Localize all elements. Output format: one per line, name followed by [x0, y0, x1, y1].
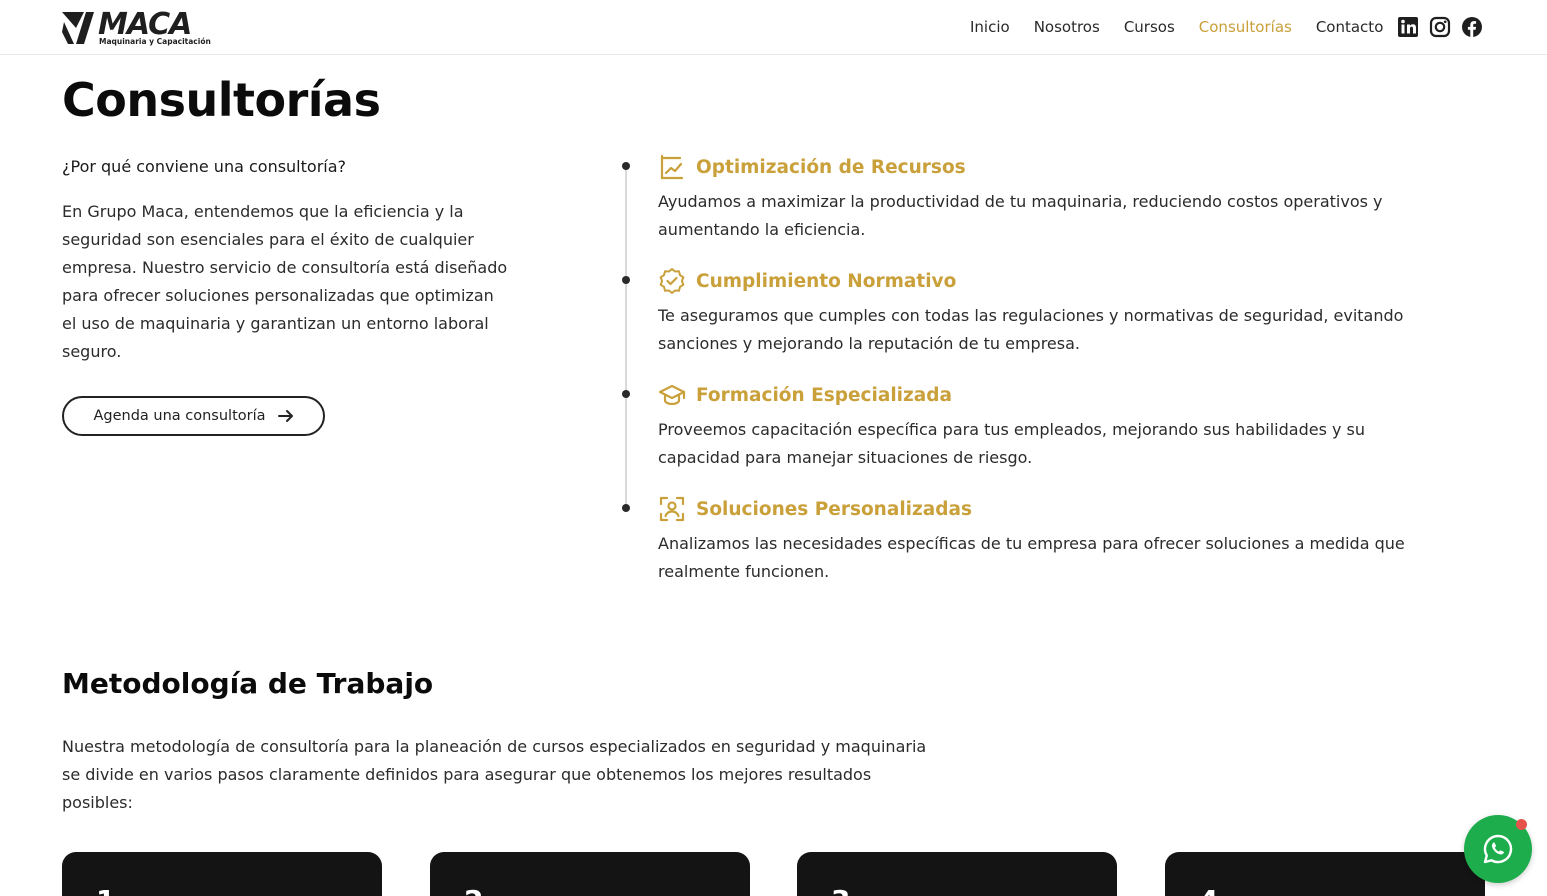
step-number: 3 [831, 884, 850, 896]
benefit-title: Optimización de Recursos [696, 156, 966, 178]
methodology-text: Nuestra metodología de consultoría para … [62, 737, 927, 812]
nav-inicio[interactable]: Inicio [970, 17, 1010, 37]
nav-cursos[interactable]: Cursos [1124, 17, 1175, 37]
methodology-title: Metodología de Trabajo [62, 667, 434, 700]
step-card: 2 [430, 852, 750, 896]
cta-label: Agenda una consultoría [93, 408, 266, 424]
why-consulting-heading: ¿Por qué conviene una consultoría? [62, 157, 347, 176]
notification-dot [1516, 819, 1527, 830]
benefit-item: Cumplimiento Normativo Te aseguramos que… [658, 268, 1418, 358]
benefit-title: Cumplimiento Normativo [696, 270, 957, 292]
why-consulting-text: En Grupo Maca, entendemos que la eficien… [62, 202, 508, 361]
timeline-dot [622, 162, 630, 170]
timeline-line [625, 166, 627, 508]
user-scan-icon [659, 496, 685, 522]
benefit-item: Formación Especializada Proveemos capaci… [658, 382, 1418, 472]
timeline-dot [622, 276, 630, 284]
facebook-icon[interactable] [1461, 16, 1483, 38]
chart-icon [660, 154, 684, 180]
benefit-desc: Ayudamos a maximizar la productividad de… [658, 192, 1383, 239]
nav-contacto[interactable]: Contacto [1316, 17, 1384, 37]
page-title: Consultorías [62, 73, 381, 127]
benefit-item: Optimización de Recursos Ayudamos a maxi… [658, 154, 1418, 244]
nav-consultorias[interactable]: Consultorías [1199, 17, 1292, 37]
benefit-item: Soluciones Personalizadas Analizamos las… [658, 496, 1418, 586]
main-nav: Inicio Nosotros Cursos Consultorías Cont… [970, 17, 1407, 37]
step-card: 1 [62, 852, 382, 896]
benefit-desc: Te aseguramos que cumples con todas las … [658, 306, 1404, 353]
logo-tagline: Maquinaria y Capacitación [99, 37, 211, 46]
step-card: 3 [797, 852, 1117, 896]
maca-logo[interactable]: MACA Maquinaria y Capacitación [62, 8, 214, 46]
site-header: MACA Maquinaria y Capacitación Inicio No… [0, 0, 1547, 55]
schedule-consulting-button[interactable]: Agenda una consultoría [62, 396, 325, 436]
linkedin-icon[interactable] [1397, 16, 1419, 38]
step-number: 2 [464, 884, 483, 896]
arrow-right-icon [277, 410, 293, 422]
timeline-dot [622, 504, 630, 512]
benefit-title: Formación Especializada [696, 384, 953, 406]
social-links [1397, 16, 1483, 38]
step-number: 1 [96, 884, 115, 896]
instagram-icon[interactable] [1429, 16, 1451, 38]
badge-check-icon [659, 268, 685, 294]
step-card: 4 [1165, 852, 1485, 896]
timeline-dot [622, 390, 630, 398]
benefit-desc: Analizamos las necesidades específicas d… [658, 534, 1405, 581]
benefit-desc: Proveemos capacitación específica para t… [658, 420, 1366, 467]
logo-mark-icon [62, 12, 94, 44]
graduation-cap-icon [658, 384, 686, 406]
step-number: 4 [1199, 884, 1218, 896]
whatsapp-icon [1483, 834, 1513, 864]
benefit-title: Soluciones Personalizadas [696, 498, 973, 520]
nav-nosotros[interactable]: Nosotros [1034, 17, 1100, 37]
